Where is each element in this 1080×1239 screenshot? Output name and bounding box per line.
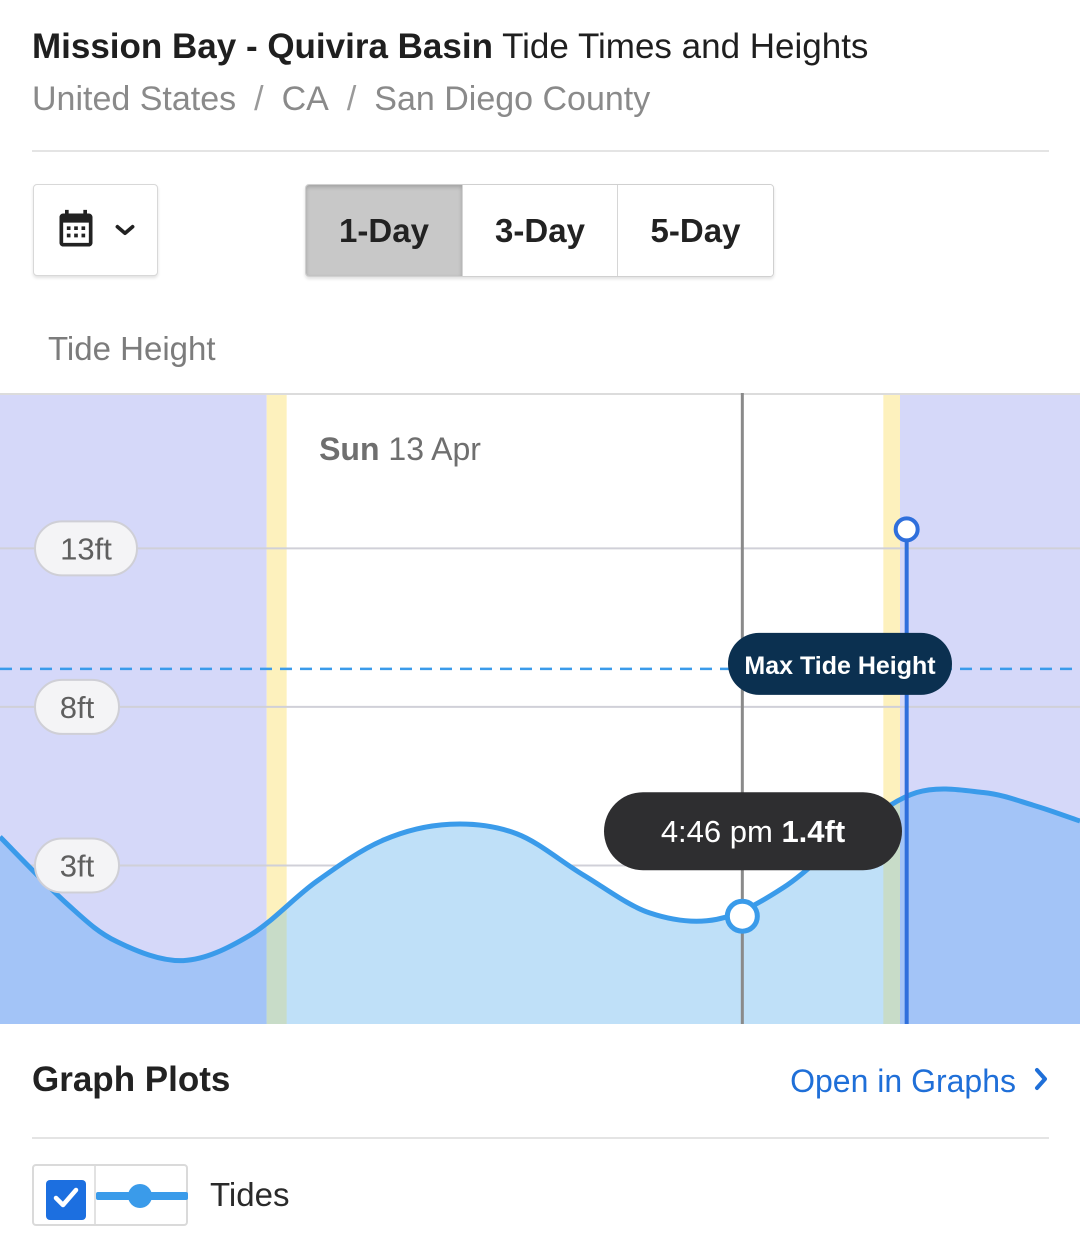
chart-y-label: Tide Height: [48, 330, 216, 367]
title-suffix: Tide Times and Heights: [502, 27, 869, 66]
chevron-down-icon: [112, 217, 138, 243]
header-divider: [32, 150, 1049, 152]
highlight-marker[interactable]: [893, 516, 920, 543]
breadcrumb-state[interactable]: CA: [282, 80, 329, 118]
open-in-graphs-link[interactable]: Open in Graphs: [790, 1063, 1050, 1100]
tide-chart[interactable]: Sun 13 Apr 3ft 8ft 13ft Max Tide Height 4:46 …: [0, 393, 1080, 1024]
breadcrumb-separator: /: [254, 80, 264, 118]
open-in-graphs-label: Open in Graphs: [790, 1063, 1016, 1099]
checkmark-icon: [51, 1183, 81, 1218]
y-tick-label: 8ft: [60, 690, 95, 725]
tides-line-swatch-dot: [128, 1184, 152, 1208]
tab-3-day[interactable]: 3-Day: [463, 185, 618, 276]
y-tick-label: 13ft: [60, 531, 112, 566]
chart-date-value: 13 Apr: [380, 431, 482, 467]
tab-1-day[interactable]: 1-Day: [306, 185, 463, 276]
breadcrumb-separator: /: [346, 80, 357, 118]
plots-divider: [32, 1137, 1049, 1139]
graph-plots-title: Graph Plots: [32, 1060, 231, 1099]
tides-label: Tides: [210, 1176, 290, 1213]
date-picker-button[interactable]: [33, 184, 158, 276]
breadcrumb-country[interactable]: United States: [32, 80, 236, 118]
range-selector: 1-Day 3-Day 5-Day: [305, 184, 774, 277]
breadcrumb-county[interactable]: San Diego County: [374, 80, 650, 118]
tooltip-value: 1.4ft: [781, 814, 845, 849]
calendar-icon: [54, 208, 98, 252]
location-name: Mission Bay - Quivira Basin: [32, 27, 493, 66]
current-point-marker[interactable]: [724, 898, 760, 934]
tide-chart-svg[interactable]: Sun 13 Apr 3ft 8ft 13ft Max Tide Height 4:46 …: [0, 393, 1080, 1024]
breadcrumb: United States / CA / San Diego County: [32, 76, 1052, 122]
tab-5-day[interactable]: 5-Day: [618, 185, 773, 276]
y-tick-label: 3ft: [60, 848, 95, 883]
chart-date-label: Sun 13 Apr: [319, 431, 481, 467]
max-tide-label: Max Tide Height: [744, 652, 936, 680]
tooltip-time: 4:46 pm: [661, 814, 782, 849]
tooltip-text: 4:46 pm 1.4ft: [661, 814, 845, 849]
tides-checkbox[interactable]: [46, 1180, 86, 1220]
page-header: Mission Bay - Quivira Basin Tide Times a…: [32, 24, 1052, 122]
tides-plot-toggle[interactable]: [32, 1164, 188, 1226]
page-title: Mission Bay - Quivira Basin Tide Times a…: [32, 24, 1052, 70]
chevron-right-icon: [1032, 1063, 1050, 1100]
chart-date-day: Sun: [319, 431, 379, 467]
